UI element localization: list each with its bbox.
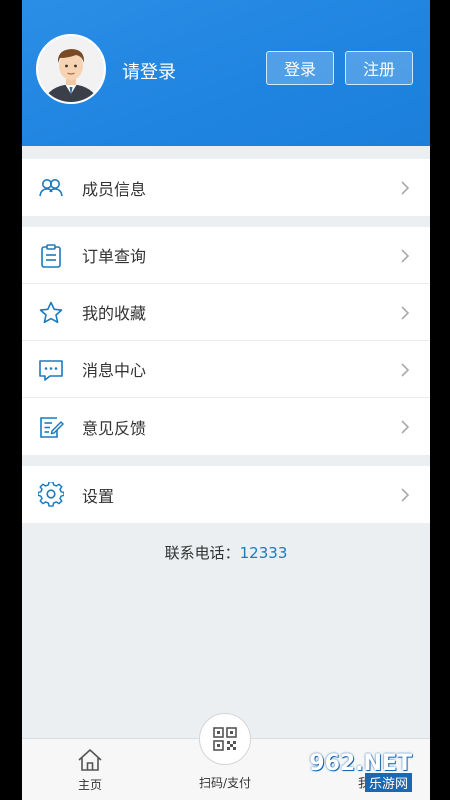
avatar-image bbox=[38, 36, 104, 102]
clipboard-icon bbox=[41, 244, 61, 268]
menu-group-settings: 设置 bbox=[22, 466, 430, 523]
menu-item-messages[interactable]: 消息中心 bbox=[22, 341, 430, 398]
app-screen: 请登录 登录 注册 成员信息 订单查询 我的收藏 消息中心 意见反馈 设置 联系… bbox=[22, 0, 430, 800]
menu-item-label: 成员信息 bbox=[82, 179, 147, 199]
menu-item-label: 设置 bbox=[82, 486, 115, 506]
tab-label: 主页 bbox=[77, 778, 102, 792]
chevron-right-icon bbox=[401, 306, 410, 320]
chevron-right-icon bbox=[401, 363, 410, 377]
qr-code-icon bbox=[213, 727, 237, 751]
login-prompt[interactable]: 请登录 bbox=[122, 58, 176, 84]
menu-item-label: 消息中心 bbox=[82, 361, 147, 380]
menu-item-settings[interactable]: 设置 bbox=[22, 466, 430, 523]
contact-label: 联系电话： bbox=[164, 544, 240, 562]
gear-icon bbox=[38, 482, 64, 507]
chat-bubble-icon bbox=[39, 360, 63, 381]
chevron-right-icon bbox=[401, 488, 410, 502]
menu-group-members: 成员信息 bbox=[22, 159, 430, 216]
menu-item-members[interactable]: 成员信息 bbox=[22, 159, 430, 216]
menu-item-favorites[interactable]: 我的收藏 bbox=[22, 284, 430, 341]
scan-pay-button[interactable] bbox=[199, 713, 251, 765]
avatar[interactable] bbox=[36, 34, 106, 104]
contact-phone: 联系电话：12333 bbox=[22, 542, 430, 563]
menu-item-label: 我的收藏 bbox=[82, 304, 147, 323]
tab-home[interactable]: 主页 bbox=[62, 739, 118, 800]
star-icon bbox=[39, 301, 63, 324]
watermark-sub: 乐游网 bbox=[364, 773, 412, 792]
chevron-right-icon bbox=[401, 181, 410, 195]
tab-scan-label[interactable]: 扫码/支付 bbox=[182, 774, 268, 791]
contact-number[interactable]: 12333 bbox=[240, 544, 288, 562]
register-button[interactable]: 注册 bbox=[345, 51, 413, 85]
profile-header: 请登录 登录 注册 bbox=[22, 0, 430, 146]
menu-item-label: 意见反馈 bbox=[82, 418, 147, 438]
menu-item-orders[interactable]: 订单查询 bbox=[22, 227, 430, 284]
menu-group-main: 订单查询 我的收藏 消息中心 意见反馈 bbox=[22, 227, 430, 455]
site-watermark: 962.NET 乐游网 bbox=[292, 748, 424, 792]
chevron-right-icon bbox=[401, 420, 410, 434]
login-button[interactable]: 登录 bbox=[266, 51, 334, 85]
menu-item-feedback[interactable]: 意见反馈 bbox=[22, 398, 430, 455]
chevron-right-icon bbox=[401, 249, 410, 263]
edit-note-icon bbox=[40, 417, 64, 438]
members-icon bbox=[39, 179, 63, 197]
menu-item-label: 订单查询 bbox=[82, 247, 147, 266]
home-icon bbox=[78, 749, 102, 771]
